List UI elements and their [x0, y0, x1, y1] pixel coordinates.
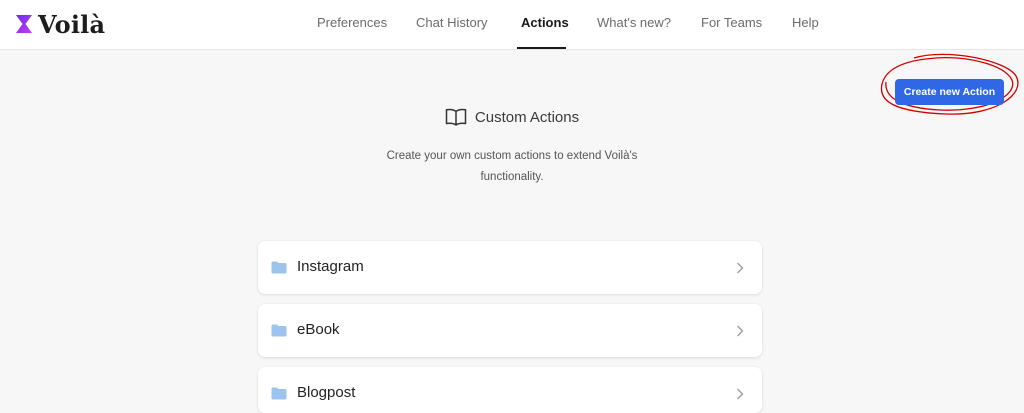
nav-item-actions[interactable]: Actions	[521, 0, 569, 50]
action-card-label: eBook	[297, 321, 340, 338]
action-card-ebook[interactable]: eBook	[258, 304, 762, 357]
open-book-icon	[445, 108, 467, 126]
nav-item-preferences[interactable]: Preferences	[317, 0, 387, 50]
action-card-instagram[interactable]: Instagram	[258, 241, 762, 294]
hourglass-logo-icon	[16, 15, 32, 33]
folder-icon	[271, 261, 287, 274]
chevron-right-icon	[737, 388, 744, 400]
nav-item-help[interactable]: Help	[792, 0, 819, 50]
folder-icon	[271, 324, 287, 337]
top-navigation-bar: Voilà Preferences Chat History Actions W…	[0, 0, 1024, 50]
nav-item-chat-history[interactable]: Chat History	[416, 0, 488, 50]
app-name: Voilà	[38, 9, 106, 39]
action-card-label: Instagram	[297, 258, 364, 275]
page-title: Custom Actions	[474, 108, 580, 126]
nav-item-for-teams[interactable]: For Teams	[701, 0, 762, 50]
active-tab-indicator	[517, 47, 566, 49]
app-logo[interactable]: Voilà	[14, 9, 105, 39]
chevron-right-icon	[737, 325, 744, 337]
nav-item-whats-new[interactable]: What's new?	[597, 0, 671, 50]
page-heading: Custom Actions	[0, 108, 1024, 126]
folder-icon	[271, 387, 287, 400]
action-card-label: Blogpost	[297, 384, 356, 401]
page-subtitle: Create your own custom actions to extend…	[386, 150, 638, 183]
chevron-right-icon	[737, 262, 744, 274]
action-card-blogpost[interactable]: Blogpost	[258, 367, 762, 413]
create-new-action-button[interactable]: Create new Action	[895, 79, 1004, 105]
